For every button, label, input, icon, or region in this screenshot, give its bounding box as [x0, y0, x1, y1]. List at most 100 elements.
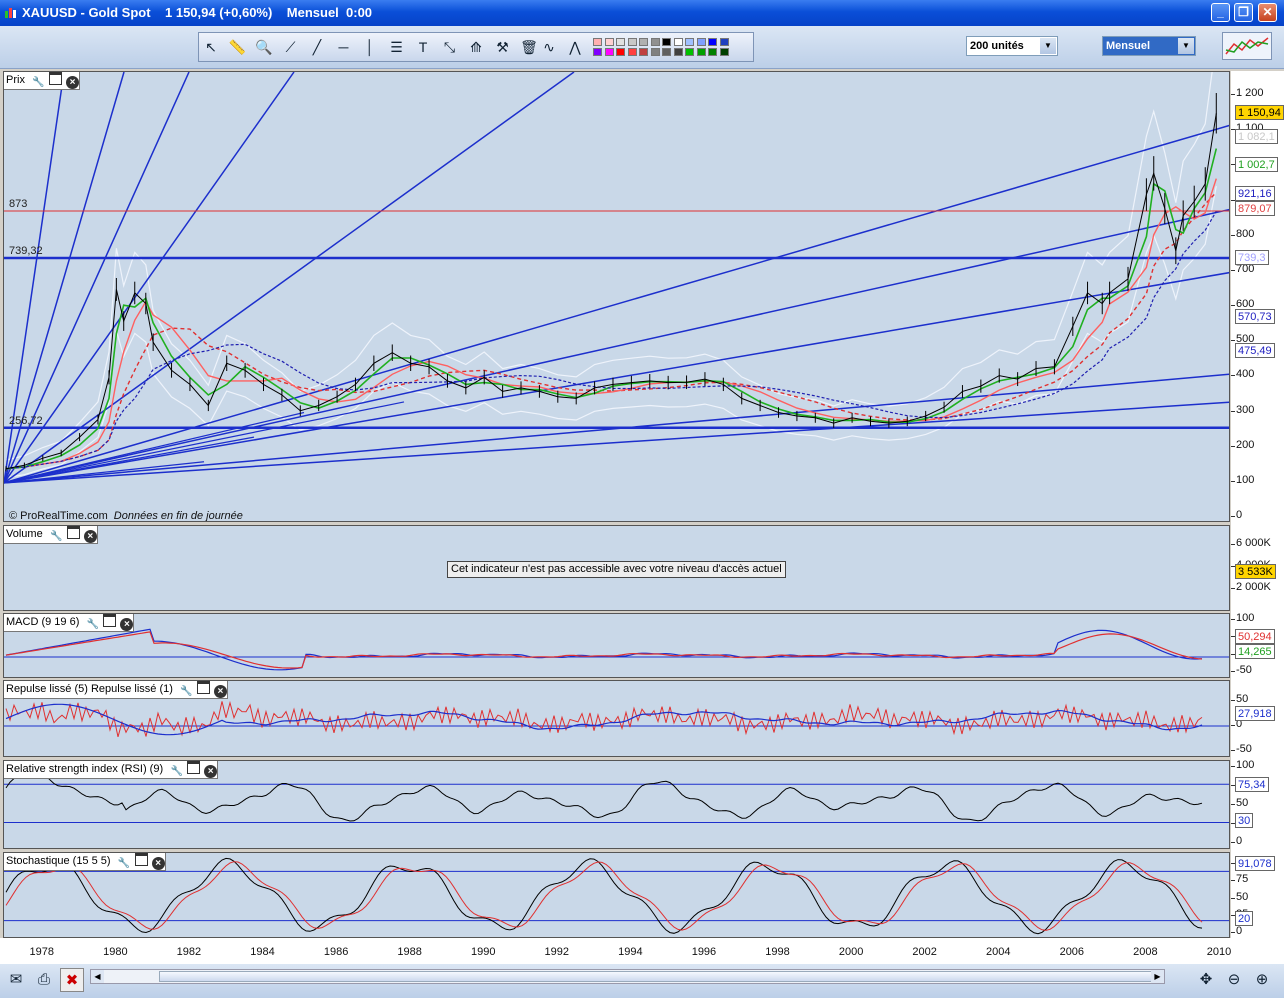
color-swatch[interactable]	[616, 38, 625, 46]
trend-line-icon[interactable]: ╱	[307, 37, 327, 57]
minimize-button[interactable]: _	[1211, 3, 1230, 22]
no-sync-icon[interactable]: ✖	[60, 968, 84, 992]
window-icon[interactable]	[196, 681, 210, 694]
point-line-icon[interactable]: ⟋	[281, 37, 301, 57]
price-chart[interactable]	[4, 72, 1230, 522]
stochastic-chart[interactable]	[4, 853, 1230, 938]
close-icon[interactable]: ×	[66, 76, 80, 89]
color-swatch[interactable]	[708, 48, 717, 56]
scrollbar-thumb[interactable]	[159, 971, 1159, 982]
x-tick-label: 2000	[838, 946, 864, 958]
wrench-icon[interactable]: 🔧	[180, 685, 193, 698]
color-swatch[interactable]	[616, 48, 625, 56]
close-icon[interactable]: ×	[83, 530, 97, 543]
window-icon[interactable]	[103, 614, 117, 627]
fan-icon[interactable]: ⟰	[466, 37, 486, 57]
chevron-down-icon[interactable]: ▼	[1178, 38, 1194, 54]
hammer-icon[interactable]: ⚒	[493, 37, 513, 57]
chevron-down-icon[interactable]: ▼	[1040, 38, 1056, 54]
close-icon[interactable]: ×	[151, 857, 165, 870]
zoom-icon[interactable]: 🔍	[254, 37, 274, 57]
fibonacci-icon[interactable]: ☰	[387, 37, 407, 57]
wrench-icon[interactable]: 🔧	[170, 765, 183, 778]
close-icon[interactable]: ×	[213, 685, 227, 698]
restore-button[interactable]: ❐	[1234, 3, 1253, 22]
window-icon[interactable]	[187, 761, 201, 774]
color-swatch[interactable]	[673, 48, 683, 56]
crosshair-icon[interactable]: ✥	[1194, 968, 1218, 992]
chart-style-icon[interactable]	[1222, 32, 1272, 60]
zoom-in-icon[interactable]: ⊕	[1250, 968, 1274, 992]
close-icon[interactable]: ×	[204, 765, 218, 778]
color-swatch[interactable]	[662, 48, 671, 56]
color-swatch[interactable]	[650, 38, 660, 46]
color-swatch[interactable]	[593, 48, 602, 56]
x-tick-label: 1994	[618, 946, 643, 958]
color-swatch[interactable]	[719, 38, 729, 46]
text-icon[interactable]: T	[413, 37, 433, 57]
price-pane[interactable]: Prix 🔧 × © ProRealTime.com Données en fin …	[3, 71, 1230, 522]
wrench-icon[interactable]: 🔧	[32, 76, 45, 89]
credits-source: © ProRealTime.com	[9, 510, 108, 522]
color-swatch[interactable]	[604, 38, 614, 46]
ma-short	[5, 148, 1218, 470]
wrench-icon[interactable]: 🔧	[118, 857, 131, 870]
trash-icon[interactable]: 🗑	[519, 37, 539, 57]
window-icon[interactable]	[66, 526, 80, 539]
price-tag: 921,16	[1235, 186, 1275, 202]
cursor-icon[interactable]: ↖	[201, 37, 221, 57]
wrench-icon[interactable]: 🔧	[50, 530, 63, 543]
email-icon[interactable]: ✉	[4, 968, 28, 992]
repulse-tag: 27,918	[1235, 706, 1275, 721]
color-swatch[interactable]	[696, 48, 706, 56]
units-select[interactable]: 200 unités ▼	[966, 36, 1058, 56]
rsi-axis-label: 100	[1230, 759, 1255, 771]
ruler-icon[interactable]: 📏	[228, 37, 248, 57]
zoom-out-icon[interactable]: ⊖	[1222, 968, 1246, 992]
color-swatch[interactable]	[639, 38, 648, 46]
color-swatch[interactable]	[685, 48, 694, 56]
arrows-icon[interactable]: ⤡	[440, 37, 460, 57]
horizontal-line-icon[interactable]: ─	[334, 37, 354, 57]
color-swatch[interactable]	[650, 48, 660, 56]
x-tick-label: 1982	[176, 946, 202, 958]
time-scrollbar[interactable]: ◀ ▶	[90, 969, 1165, 984]
level-label: 873	[9, 197, 28, 210]
rsi-pane[interactable]: Relative strength index (RSI) (9) 🔧 ×	[3, 760, 1230, 849]
close-icon[interactable]: ×	[120, 618, 134, 631]
color-swatch[interactable]	[604, 48, 614, 56]
close-button[interactable]: ✕	[1258, 3, 1277, 22]
curve-icon[interactable]: ∿	[539, 37, 559, 57]
color-swatch[interactable]	[673, 38, 683, 46]
title-bar: XAUUSD - Gold Spot 1 150,94 (+0,60%) Men…	[0, 0, 1284, 26]
window-icon[interactable]	[49, 72, 63, 85]
color-swatch[interactable]	[627, 38, 637, 46]
color-swatch[interactable]	[639, 48, 648, 56]
stochastic-pane[interactable]: Stochastique (15 5 5) 🔧 ×	[3, 852, 1230, 938]
macd-pane[interactable]: MACD (9 19 6) 🔧 ×	[3, 613, 1230, 678]
fan-line	[4, 436, 255, 484]
color-swatch[interactable]	[593, 38, 602, 46]
scroll-right-arrow[interactable]: ▶	[1151, 970, 1164, 983]
color-swatch[interactable]	[627, 48, 637, 56]
fan-line	[4, 208, 1229, 484]
x-tick-label: 2006	[1059, 946, 1085, 958]
scroll-left-arrow[interactable]: ◀	[91, 970, 104, 983]
stoch-tag: 91,078	[1235, 856, 1275, 871]
level-label: 739,32	[9, 245, 43, 257]
color-swatch[interactable]	[696, 38, 706, 46]
window-icon[interactable]	[134, 853, 148, 866]
print-icon[interactable]: ⎙	[32, 968, 56, 992]
macd-chart[interactable]	[4, 614, 1230, 678]
color-swatch[interactable]	[708, 38, 717, 46]
volume-pane-title: Volume	[6, 528, 43, 540]
period-select[interactable]: Mensuel ▼	[1102, 36, 1196, 56]
color-swatch[interactable]	[719, 48, 729, 56]
repulse-pane[interactable]: Repulse lissé (5) Repulse lissé (1) 🔧 ×	[3, 680, 1230, 757]
color-swatch[interactable]	[662, 38, 671, 46]
color-swatch[interactable]	[685, 38, 694, 46]
vertical-line-icon[interactable]: │	[360, 37, 380, 57]
repulse-fast	[5, 700, 1203, 738]
wrench-icon[interactable]: 🔧	[86, 618, 99, 631]
channel-icon[interactable]: ⋀	[565, 37, 585, 57]
